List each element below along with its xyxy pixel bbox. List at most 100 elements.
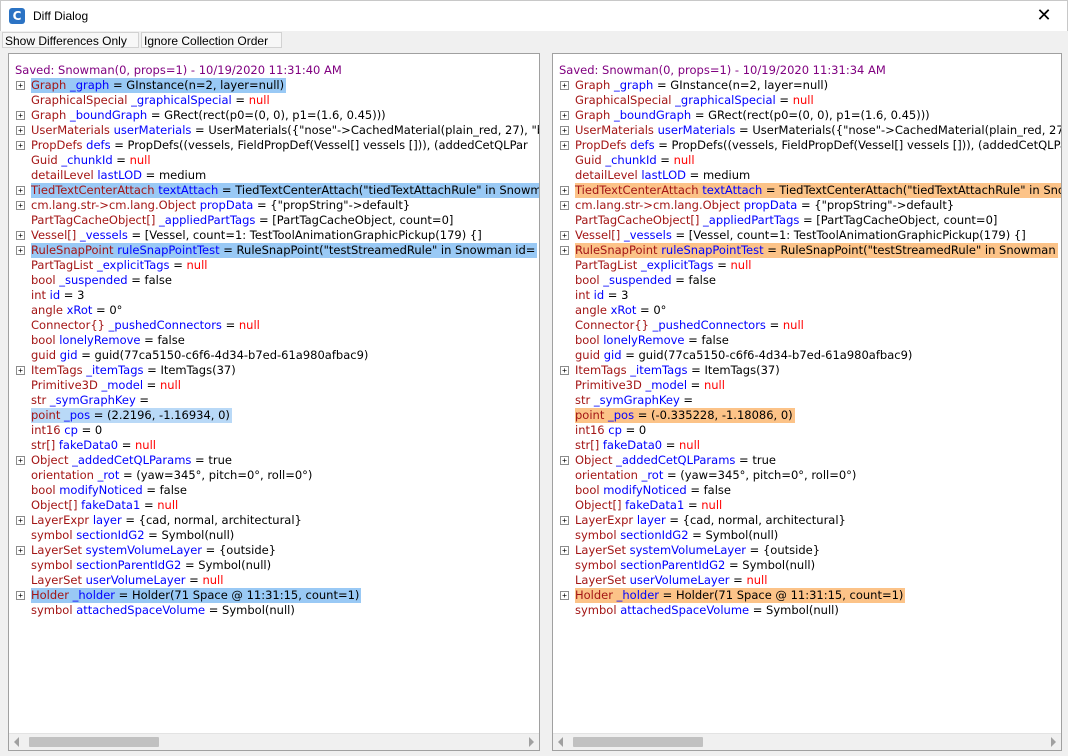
- tree-row[interactable]: str[] fakeData0 = null: [553, 438, 1061, 453]
- tree-row[interactable]: + Object _addedCetQLParams = true: [553, 453, 1061, 468]
- expand-plus-icon[interactable]: +: [16, 516, 25, 525]
- expand-plus-icon[interactable]: +: [16, 201, 25, 210]
- tree-row[interactable]: bool modifyNoticed = false: [9, 483, 539, 498]
- tree-row[interactable]: Primitive3D _model = null: [553, 378, 1061, 393]
- tree-row[interactable]: int16 cp = 0: [9, 423, 539, 438]
- scroll-thumb[interactable]: [573, 737, 703, 747]
- expand-plus-icon[interactable]: +: [16, 231, 25, 240]
- tree-row[interactable]: + TiedTextCenterAttach textAttach = TiedT…: [553, 183, 1061, 198]
- expand-plus-icon[interactable]: +: [16, 546, 25, 555]
- tree-row[interactable]: + PropDefs defs = PropDefs((vessels, Fiel…: [553, 138, 1061, 153]
- tree-row[interactable]: str[] fakeData0 = null: [9, 438, 539, 453]
- tree-row[interactable]: detailLevel lastLOD = medium: [9, 168, 539, 183]
- expand-plus-icon[interactable]: +: [16, 246, 25, 255]
- tree-row[interactable]: GraphicalSpecial _graphicalSpecial = nul…: [9, 93, 539, 108]
- tree-row[interactable]: + Object _addedCetQLParams = true: [9, 453, 539, 468]
- tree-row[interactable]: + cm.lang.str->cm.lang.Object propData = …: [553, 198, 1061, 213]
- expand-plus-icon[interactable]: +: [560, 456, 569, 465]
- tree-row[interactable]: str _symGraphKey =: [9, 393, 539, 408]
- tree-row[interactable]: Primitive3D _model = null: [9, 378, 539, 393]
- tree-row[interactable]: symbol attachedSpaceVolume = Symbol(null…: [9, 603, 539, 618]
- tree-row[interactable]: + Graph _boundGraph = GRect(rect(p0=(0, 0…: [9, 108, 539, 123]
- tree-row[interactable]: Guid _chunkId = null: [9, 153, 539, 168]
- tree-row[interactable]: bool lonelyRemove = false: [9, 333, 539, 348]
- tree-row[interactable]: + RuleSnapPoint ruleSnapPointTest = RuleS…: [9, 243, 539, 258]
- tree-row[interactable]: bool lonelyRemove = false: [553, 333, 1061, 348]
- tree-row[interactable]: + LayerSet systemVolumeLayer = {outside}: [553, 543, 1061, 558]
- tree-row[interactable]: + cm.lang.str->cm.lang.Object propData = …: [9, 198, 539, 213]
- tree-row[interactable]: str _symGraphKey =: [553, 393, 1061, 408]
- tree-row[interactable]: bool _suspended = false: [553, 273, 1061, 288]
- expand-plus-icon[interactable]: +: [560, 111, 569, 120]
- scroll-thumb[interactable]: [29, 737, 159, 747]
- expand-plus-icon[interactable]: +: [560, 141, 569, 150]
- tree-row[interactable]: PartTagCacheObject[] _appliedPartTags = …: [553, 213, 1061, 228]
- expand-plus-icon[interactable]: +: [560, 81, 569, 90]
- expand-plus-icon[interactable]: +: [16, 456, 25, 465]
- tree-row[interactable]: symbol sectionParentIdG2 = Symbol(null): [553, 558, 1061, 573]
- tree-row[interactable]: + Holder _holder = Holder(71 Space @ 11:3…: [553, 588, 1061, 603]
- tree-row[interactable]: + ItemTags _itemTags = ItemTags(37): [553, 363, 1061, 378]
- tree-row[interactable]: Connector{} _pushedConnectors = null: [9, 318, 539, 333]
- tree-row[interactable]: int id = 3: [553, 288, 1061, 303]
- tree-row[interactable]: Object[] fakeData1 = null: [553, 498, 1061, 513]
- expand-plus-icon[interactable]: +: [16, 126, 25, 135]
- tree-row[interactable]: bool modifyNoticed = false: [553, 483, 1061, 498]
- expand-plus-icon[interactable]: +: [560, 246, 569, 255]
- scroll-left-arrow-icon[interactable]: [558, 737, 563, 747]
- tree-row[interactable]: PartTagList _explicitTags = null: [553, 258, 1061, 273]
- scroll-right-arrow-icon[interactable]: [1051, 737, 1056, 747]
- tree-row[interactable]: symbol sectionIdG2 = Symbol(null): [9, 528, 539, 543]
- tree-row[interactable]: + PropDefs defs = PropDefs((vessels, Fiel…: [9, 138, 539, 153]
- expand-plus-icon[interactable]: +: [16, 141, 25, 150]
- expand-plus-icon[interactable]: +: [560, 201, 569, 210]
- close-button[interactable]: ✕: [1021, 1, 1067, 31]
- tree-row[interactable]: GraphicalSpecial _graphicalSpecial = nul…: [553, 93, 1061, 108]
- tree-row[interactable]: + ItemTags _itemTags = ItemTags(37): [9, 363, 539, 378]
- scroll-left-arrow-icon[interactable]: [14, 737, 19, 747]
- expand-plus-icon[interactable]: +: [16, 111, 25, 120]
- tree-row[interactable]: guid gid = guid(77ca5150-c6f6-4d34-b7ed-…: [9, 348, 539, 363]
- expand-plus-icon[interactable]: +: [560, 126, 569, 135]
- tree-row[interactable]: + UserMaterials userMaterials = UserMater…: [553, 123, 1061, 138]
- tree-row[interactable]: PartTagCacheObject[] _appliedPartTags = …: [9, 213, 539, 228]
- show-differences-only-button[interactable]: Show Differences Only: [2, 32, 139, 48]
- left-horizontal-scrollbar[interactable]: [9, 733, 539, 750]
- expand-plus-icon[interactable]: +: [16, 591, 25, 600]
- tree-row[interactable]: guid gid = guid(77ca5150-c6f6-4d34-b7ed-…: [553, 348, 1061, 363]
- tree-row[interactable]: + LayerExpr layer = {cad, normal, archite…: [9, 513, 539, 528]
- expand-plus-icon[interactable]: +: [560, 186, 569, 195]
- tree-row[interactable]: Object[] fakeData1 = null: [9, 498, 539, 513]
- tree-row[interactable]: LayerSet userVolumeLayer = null: [9, 573, 539, 588]
- tree-row[interactable]: + Vessel[] _vessels = [Vessel, count=1: T…: [553, 228, 1061, 243]
- tree-row[interactable]: Guid _chunkId = null: [553, 153, 1061, 168]
- tree-row[interactable]: detailLevel lastLOD = medium: [553, 168, 1061, 183]
- expand-plus-icon[interactable]: +: [16, 186, 25, 195]
- tree-row[interactable]: Connector{} _pushedConnectors = null: [553, 318, 1061, 333]
- tree-row[interactable]: + Graph _graph = GInstance(n=2, layer=nul…: [9, 78, 539, 93]
- tree-row[interactable]: symbol sectionIdG2 = Symbol(null): [553, 528, 1061, 543]
- tree-row[interactable]: + Holder _holder = Holder(71 Space @ 11:3…: [9, 588, 539, 603]
- tree-row[interactable]: symbol attachedSpaceVolume = Symbol(null…: [553, 603, 1061, 618]
- scroll-right-arrow-icon[interactable]: [529, 737, 534, 747]
- tree-row[interactable]: + Graph _boundGraph = GRect(rect(p0=(0, 0…: [553, 108, 1061, 123]
- tree-row[interactable]: + Graph _graph = GInstance(n=2, layer=nul…: [553, 78, 1061, 93]
- tree-row[interactable]: point _pos = (2.2196, -1.16934, 0): [9, 408, 539, 423]
- tree-row[interactable]: symbol sectionParentIdG2 = Symbol(null): [9, 558, 539, 573]
- tree-row[interactable]: + TiedTextCenterAttach textAttach = TiedT…: [9, 183, 539, 198]
- tree-row[interactable]: int16 cp = 0: [553, 423, 1061, 438]
- tree-row[interactable]: + Vessel[] _vessels = [Vessel, count=1: T…: [9, 228, 539, 243]
- tree-row[interactable]: + LayerSet systemVolumeLayer = {outside}: [9, 543, 539, 558]
- tree-row[interactable]: bool _suspended = false: [9, 273, 539, 288]
- expand-plus-icon[interactable]: +: [560, 231, 569, 240]
- tree-row[interactable]: int id = 3: [9, 288, 539, 303]
- expand-plus-icon[interactable]: +: [560, 366, 569, 375]
- tree-row[interactable]: angle xRot = 0°: [9, 303, 539, 318]
- expand-plus-icon[interactable]: +: [560, 516, 569, 525]
- expand-plus-icon[interactable]: +: [560, 546, 569, 555]
- expand-plus-icon[interactable]: +: [16, 81, 25, 90]
- tree-row[interactable]: + RuleSnapPoint ruleSnapPointTest = RuleS…: [553, 243, 1061, 258]
- tree-row[interactable]: PartTagList _explicitTags = null: [9, 258, 539, 273]
- expand-plus-icon[interactable]: +: [16, 366, 25, 375]
- tree-row[interactable]: angle xRot = 0°: [553, 303, 1061, 318]
